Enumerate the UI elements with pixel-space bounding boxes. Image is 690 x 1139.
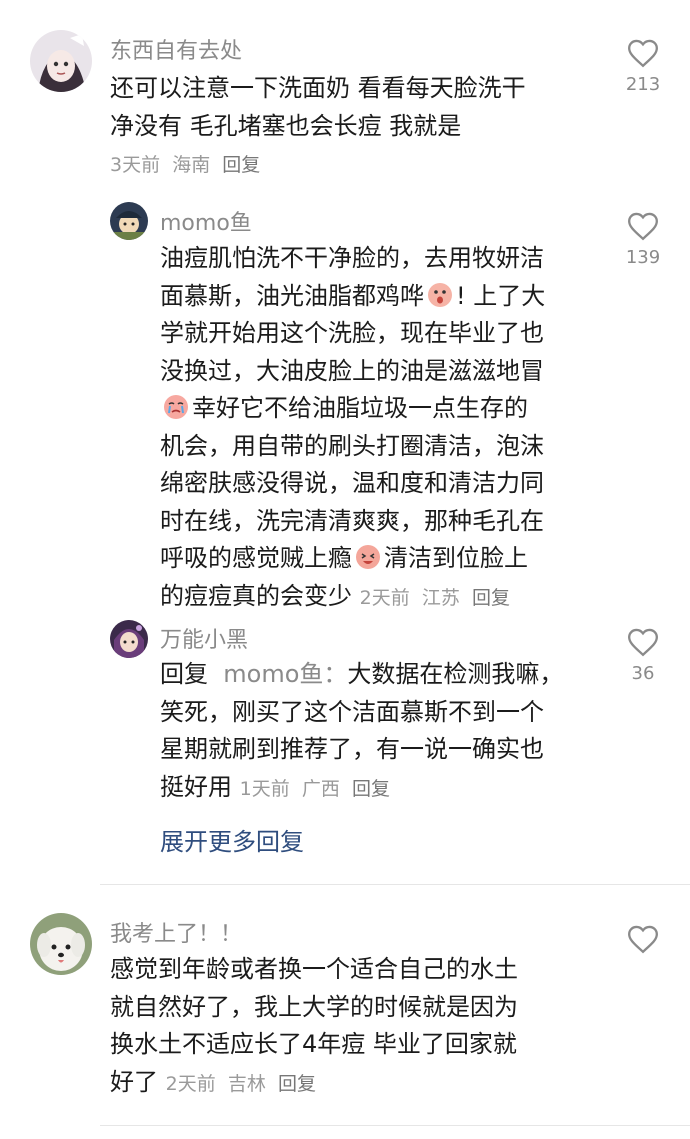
like-count: 36 <box>631 663 655 684</box>
comment-text: 回复 momo鱼：大数据在检测我嘛， 笑死，刚买了这个洁面慕斯不到一个 星期就刷… <box>160 656 590 808</box>
comment-line: 油痘肌怕洗不干净脸的，去用牧妍洁 <box>160 244 544 272</box>
reply-prefix: 回复 <box>160 660 208 688</box>
comment-line: 没换过，大油皮脸上的油是滋滋地冒 <box>160 356 544 385</box>
comment-line: 呼吸的感觉贼上瘾 清洁到位脸上 <box>160 543 528 572</box>
like-count: 139 <box>625 247 661 268</box>
heart-icon <box>628 39 658 68</box>
comment-location: 吉林 <box>227 1072 266 1095</box>
comment-time: 3天前 <box>110 154 161 176</box>
username[interactable]: momo鱼 <box>160 205 252 237</box>
comment-text: 还可以注意一下洗面奶 看看每天脸洗干 净没有 毛孔堵塞也会长痘 我就是 <box>110 70 580 145</box>
comment-line: 机会，用自带的刷头打圈清洁，泡沫 <box>160 431 544 460</box>
comment-line: 面慕斯，油光油脂都鸡哗! 上了大 <box>160 281 546 310</box>
username[interactable]: 万能小黑 <box>160 622 248 654</box>
comment-meta: 3天前 海南 回复 <box>110 150 260 177</box>
comment-line: 净没有 毛孔堵塞也会长痘 我就是 <box>110 111 462 140</box>
like-button[interactable]: 36 <box>613 625 673 684</box>
comment-meta: 1天前 广西 回复 <box>240 778 390 800</box>
comment-line: 挺好用 1天前 广西 回复 <box>160 772 390 801</box>
comment-text: 感觉到年龄或者换一个适合自己的水土 就自然好了，我上大学的时候就是因为 换水土不… <box>110 951 590 1103</box>
username[interactable]: 东西自有去处 <box>110 33 242 65</box>
comment-line: 学就开始用这个洗脸，现在毕业了也 <box>160 319 544 347</box>
comment-line: 笑死，刚买了这个洁面慕斯不到一个 <box>160 697 544 726</box>
comment-line: 就自然好了，我上大学的时候就是因为 <box>110 992 518 1021</box>
comment-meta: 2天前 江苏 回复 <box>360 587 510 609</box>
reply-button[interactable]: 回复 <box>278 1073 316 1095</box>
avatar[interactable] <box>110 202 148 240</box>
comment-location: 广西 <box>301 777 340 800</box>
comment-line: 好了 2天前 吉林 回复 <box>110 1067 316 1096</box>
comment-time: 1天前 <box>239 777 290 800</box>
avatar[interactable] <box>30 913 92 975</box>
crying-face-emoji-icon <box>162 393 190 421</box>
heart-icon <box>628 925 658 954</box>
comment-line: 感觉到年龄或者换一个适合自己的水土 <box>110 955 518 983</box>
comment-line: 幸好它不给油脂垃圾一点生存的 <box>160 390 590 428</box>
reply-button[interactable]: 回复 <box>472 587 510 609</box>
comment-time: 2天前 <box>359 586 410 609</box>
expand-more-replies-button[interactable]: 展开更多回复 <box>160 822 304 857</box>
comment-line: 时在线，洗完清清爽爽，那种毛孔在 <box>160 506 544 535</box>
comment-line: 换水土不适应长了4年痘 毕业了回家就 <box>110 1030 517 1058</box>
heart-icon <box>628 212 658 241</box>
username[interactable]: 我考上了！！ <box>110 916 242 948</box>
comment-line: 回复 momo鱼：大数据在检测我嘛， <box>160 660 564 688</box>
like-button[interactable]: 213 <box>613 36 673 95</box>
avatar[interactable] <box>110 620 148 658</box>
comment-meta: 2天前 吉林 回复 <box>166 1073 316 1095</box>
divider <box>100 884 690 885</box>
reply-button[interactable]: 回复 <box>222 154 260 176</box>
like-count: 213 <box>625 74 661 95</box>
reply-to-username[interactable]: momo鱼： <box>223 660 347 688</box>
surprised-face-emoji-icon <box>426 281 454 309</box>
divider <box>100 1125 690 1126</box>
like-button[interactable]: 139 <box>613 209 673 268</box>
comment-location: 海南 <box>172 154 211 176</box>
laughing-face-emoji-icon <box>354 543 382 571</box>
comment-line: 还可以注意一下洗面奶 看看每天脸洗干 <box>110 74 526 102</box>
like-button[interactable] <box>613 922 673 960</box>
comment-line: 的痘痘真的会变少 2天前 江苏 回复 <box>160 581 510 610</box>
heart-icon <box>628 628 658 657</box>
avatar[interactable] <box>30 30 92 92</box>
comment-time: 2天前 <box>165 1072 216 1095</box>
comment-line: 绵密肤感没得说，温和度和清洁力同 <box>160 469 544 497</box>
comment-text: 油痘肌怕洗不干净脸的，去用牧妍洁 面慕斯，油光油脂都鸡哗! 上了大 学就开始用这… <box>160 240 590 617</box>
comment-location: 江苏 <box>421 586 460 609</box>
comment-line: 星期就刷到推荐了，有一说一确实也 <box>160 735 544 763</box>
reply-button[interactable]: 回复 <box>352 778 390 800</box>
